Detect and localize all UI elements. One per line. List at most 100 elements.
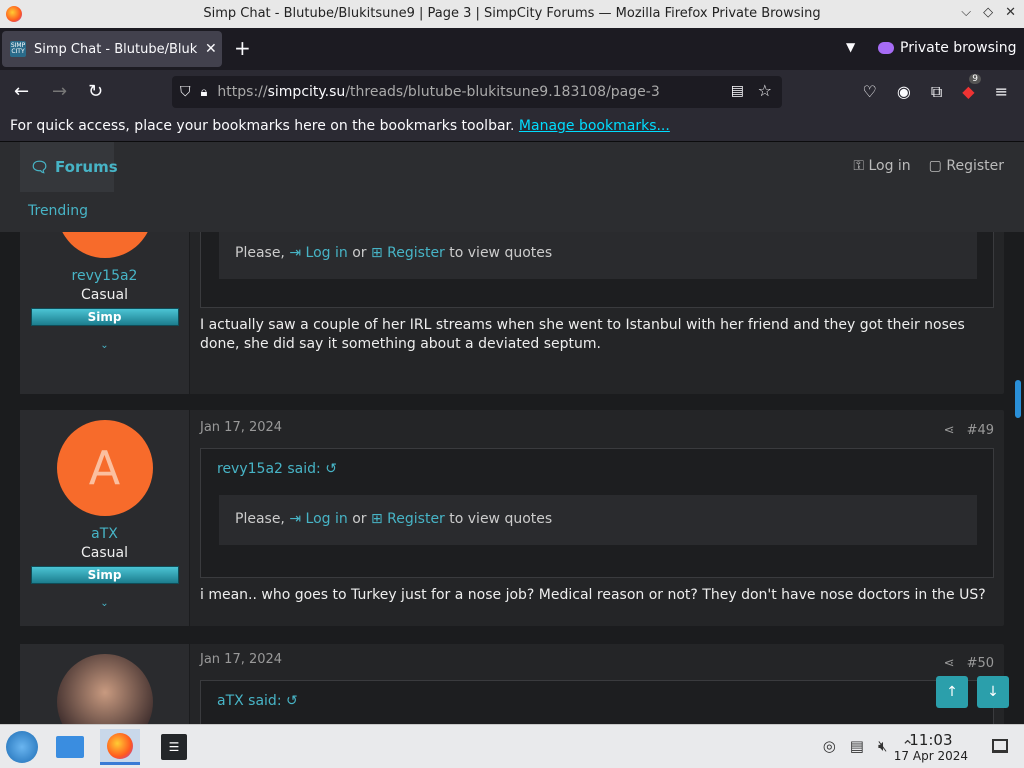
expand-user-chevron-icon[interactable]: ⌄ [20, 340, 189, 351]
post-meta: ⋖ #50 [944, 656, 994, 671]
header-account-links: ⚿ Log in ▢ Register [853, 158, 1004, 174]
clipboard-icon[interactable]: ▤ [850, 737, 864, 755]
back-arrow-icon[interactable]: ← [14, 81, 29, 102]
post-3: Jan 17, 2024 ⋖ #50 aTX said: ↺ [20, 644, 1004, 724]
scroll-to-top-button[interactable]: ↑ [936, 676, 968, 708]
forward-arrow-icon[interactable]: → [52, 81, 67, 102]
expand-user-chevron-icon[interactable]: ⌄ [20, 598, 189, 609]
subnav-trending[interactable]: Trending [28, 203, 88, 219]
url-bar[interactable]: ⛉ 🔒︎ https://simpcity.su/threads/blutube… [172, 76, 782, 108]
scroll-to-bottom-button[interactable]: ↓ [977, 676, 1009, 708]
navigation-toolbar: ← → ↻ ⛉ 🔒︎ https://simpcity.su/threads/b… [0, 70, 1024, 114]
login-link[interactable]: ⚿ Log in [853, 158, 910, 174]
clock[interactable]: 11:03 17 Apr 2024 [894, 731, 968, 763]
extensions-puzzle-icon[interactable]: ⧉ [931, 82, 942, 102]
tab-label: Simp Chat - Blutube/Bluk [34, 41, 198, 57]
taskbar-terminal[interactable]: ☰ [154, 729, 194, 765]
window-title: Simp Chat - Blutube/Blukitsune9 | Page 3… [203, 6, 821, 21]
post-date[interactable]: Jan 17, 2024 [200, 652, 282, 667]
bookmarks-toolbar: For quick access, place your bookmarks h… [0, 114, 1024, 142]
quote-block: aTX said: ↺ [200, 680, 994, 724]
jump-to-quote-icon: ↺ [325, 461, 337, 477]
new-tab-button[interactable]: + [234, 36, 251, 60]
taskbar-firefox[interactable] [100, 729, 140, 765]
private-browsing-indicator: Private browsing [878, 40, 1017, 56]
menu-hamburger-icon[interactable]: ≡ [995, 82, 1008, 102]
forums-label: Forums [55, 158, 118, 176]
start-menu-icon[interactable] [6, 731, 38, 763]
minimize-icon[interactable]: ⌵ [961, 5, 971, 20]
lock-icon[interactable]: 🔒︎ [201, 85, 208, 100]
quote-author[interactable]: aTX said: ↺ [201, 681, 993, 709]
reload-icon[interactable]: ↻ [88, 81, 103, 102]
quote-author[interactable]: revy15a2 said: ↺ [201, 449, 993, 477]
settings-sliders-icon: ☰ [161, 734, 187, 760]
post-text: I actually saw a couple of her IRL strea… [200, 317, 965, 352]
user-block [20, 644, 190, 724]
user-block: R revy15a2 Casual Simp ⌄ [20, 232, 190, 394]
firefox-icon [107, 732, 133, 759]
avatar[interactable]: R [56, 232, 153, 258]
quote-register-link[interactable]: ⊞ Register [371, 245, 445, 261]
user-role: Casual [81, 287, 128, 303]
forums-chat-icon: 🗨︎ [30, 158, 50, 176]
nav-tab-forums[interactable]: 🗨︎ Forums [20, 142, 118, 192]
tab-simp-chat[interactable]: SIMP CITY Simp Chat - Blutube/Bluk ✕ [2, 31, 222, 67]
register-link[interactable]: ▢ Register [929, 158, 1004, 174]
quote-login-link[interactable]: ⇥ Log in [289, 511, 347, 527]
avatar-photo[interactable] [56, 654, 153, 724]
tab-bar: SIMP CITY Simp Chat - Blutube/Bluk ✕ + ▼… [0, 28, 1024, 70]
pocket-icon[interactable]: ♡ [863, 82, 877, 102]
clipboard-icon: ▢ [928, 158, 947, 174]
maximize-icon[interactable]: ◇ [983, 5, 993, 20]
avatar[interactable]: A [56, 420, 153, 516]
post-meta: ⋖ #49 [944, 423, 994, 438]
ublock-extension-icon[interactable]: ◆ 9 [962, 74, 982, 102]
username[interactable]: aTX [20, 526, 189, 542]
post-date[interactable]: Jan 17, 2024 [200, 420, 282, 435]
taskbar: ☰ ◎ ▤ 🔇︎ ⌃ 11:03 17 Apr 2024 [0, 724, 1024, 768]
window-controls: ⌵ ◇ ✕ [961, 5, 1016, 20]
clock-date: 17 Apr 2024 [893, 749, 968, 763]
file-manager-icon [56, 736, 84, 758]
close-window-icon[interactable]: ✕ [1005, 5, 1016, 20]
key-icon: ⚿ [853, 158, 869, 174]
toolbar-icons: ♡ ◉ ⧉ ◆ 9 ≡ [863, 74, 1008, 102]
share-icon[interactable]: ⋖ [944, 423, 955, 438]
bookmarks-hint: For quick access, place your bookmarks h… [10, 118, 515, 134]
reader-view-icon[interactable]: ▤ [731, 83, 744, 99]
volume-muted-icon[interactable]: 🔇︎ [878, 737, 887, 755]
tab-close-icon[interactable]: ✕ [205, 41, 217, 57]
list-all-tabs-chevron-icon[interactable]: ▼ [846, 40, 855, 54]
bookmark-star-icon[interactable]: ☆ [758, 81, 772, 100]
account-icon[interactable]: ◉ [897, 82, 911, 102]
private-mask-icon [878, 42, 894, 54]
quote-block: Please, ⇥ Log in or ⊞ Register to view q… [200, 232, 994, 308]
user-badge: Simp [30, 566, 179, 584]
clock-time: 11:03 [909, 731, 953, 749]
quote-gate: Please, ⇥ Log in or ⊞ Register to view q… [219, 232, 977, 279]
quote-block: revy15a2 said: ↺ Please, ⇥ Log in or ⊞ R… [200, 448, 994, 578]
private-label: Private browsing [900, 40, 1017, 56]
quote-gate: Please, ⇥ Log in or ⊞ Register to view q… [219, 495, 977, 545]
share-icon[interactable]: ⋖ [944, 656, 955, 671]
post-aTX: A aTX Casual Simp ⌄ Jan 17, 2024 ⋖ #49 r… [20, 410, 1004, 626]
taskbar-files[interactable] [50, 729, 90, 765]
quote-register-link[interactable]: ⊞ Register [371, 511, 445, 527]
window-titlebar: Simp Chat - Blutube/Blukitsune9 | Page 3… [0, 0, 1024, 28]
network-icon[interactable]: ◎ [823, 737, 836, 755]
tracking-shield-icon[interactable]: ⛉ [180, 84, 191, 100]
url-text[interactable]: https://simpcity.su/threads/blutube-bluk… [217, 84, 659, 100]
show-desktop-icon[interactable] [992, 739, 1008, 753]
extension-badge: 9 [969, 74, 982, 84]
manage-bookmarks-link[interactable]: Manage bookmarks... [519, 118, 670, 134]
page-scrollbar[interactable] [1012, 232, 1024, 724]
post-number[interactable]: #50 [967, 656, 994, 671]
thread-content: R revy15a2 Casual Simp ⌄ Please, ⇥ Log i… [0, 232, 1012, 724]
scrollbar-thumb[interactable] [1015, 380, 1021, 418]
simpcity-favicon-icon: SIMP CITY [10, 41, 26, 57]
username[interactable]: revy15a2 [20, 268, 189, 284]
post-number[interactable]: #49 [967, 423, 994, 438]
quote-login-link[interactable]: ⇥ Log in [289, 245, 347, 261]
jump-to-quote-icon: ↺ [286, 693, 298, 709]
